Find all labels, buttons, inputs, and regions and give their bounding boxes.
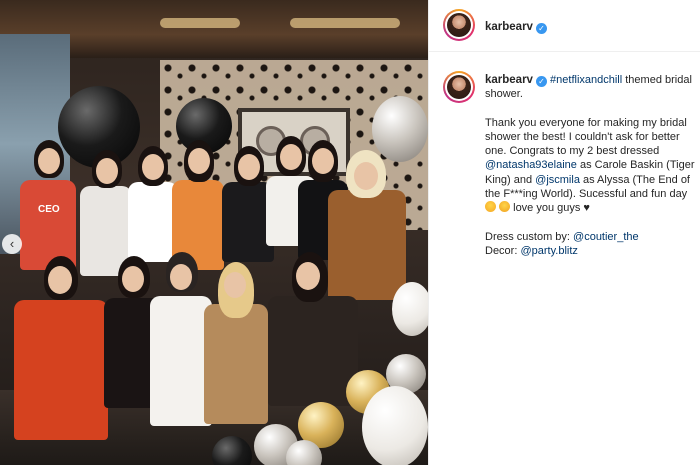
- dress-label: Dress custom by:: [485, 230, 574, 243]
- mention-link[interactable]: @natasha93elaine: [485, 159, 577, 171]
- decor-label: Decor:: [485, 244, 521, 257]
- verified-badge-icon: ✓: [535, 76, 547, 87]
- caption-author-username[interactable]: karbearv: [485, 74, 533, 86]
- mention-link[interactable]: @jscmila: [535, 174, 580, 186]
- white-balloon: [362, 386, 428, 465]
- post-caption: karbearv ✓ #netflixandchill themed bridal…: [485, 73, 695, 258]
- silver-balloon: [372, 96, 428, 162]
- caption-text: love you guys ♥: [510, 202, 590, 215]
- author-username[interactable]: karbearv: [485, 21, 533, 33]
- caption-author-avatar[interactable]: [443, 71, 475, 103]
- smiling-face-with-hearts-icon: [485, 201, 496, 213]
- white-balloon: [392, 282, 428, 336]
- pleading-face-icon: [499, 201, 511, 213]
- shirt-text: CEO: [38, 204, 60, 215]
- verified-badge-icon: ✓: [535, 23, 547, 34]
- caption-text: Thank you everyone for making my bridal …: [485, 116, 687, 158]
- hashtag-link[interactable]: #netflixandchill: [550, 74, 622, 86]
- mention-link[interactable]: @coutier_the: [573, 231, 639, 243]
- mention-link[interactable]: @party.blitz: [520, 245, 577, 257]
- previous-photo-button[interactable]: ‹: [2, 234, 22, 254]
- post-side-panel: karbearv ✓ karbearv ✓ #netflixandchill the…: [428, 0, 700, 465]
- post-header: karbearv ✓: [429, 0, 700, 52]
- author-avatar[interactable]: [443, 9, 475, 41]
- post-photo[interactable]: CEO ‹: [0, 0, 428, 465]
